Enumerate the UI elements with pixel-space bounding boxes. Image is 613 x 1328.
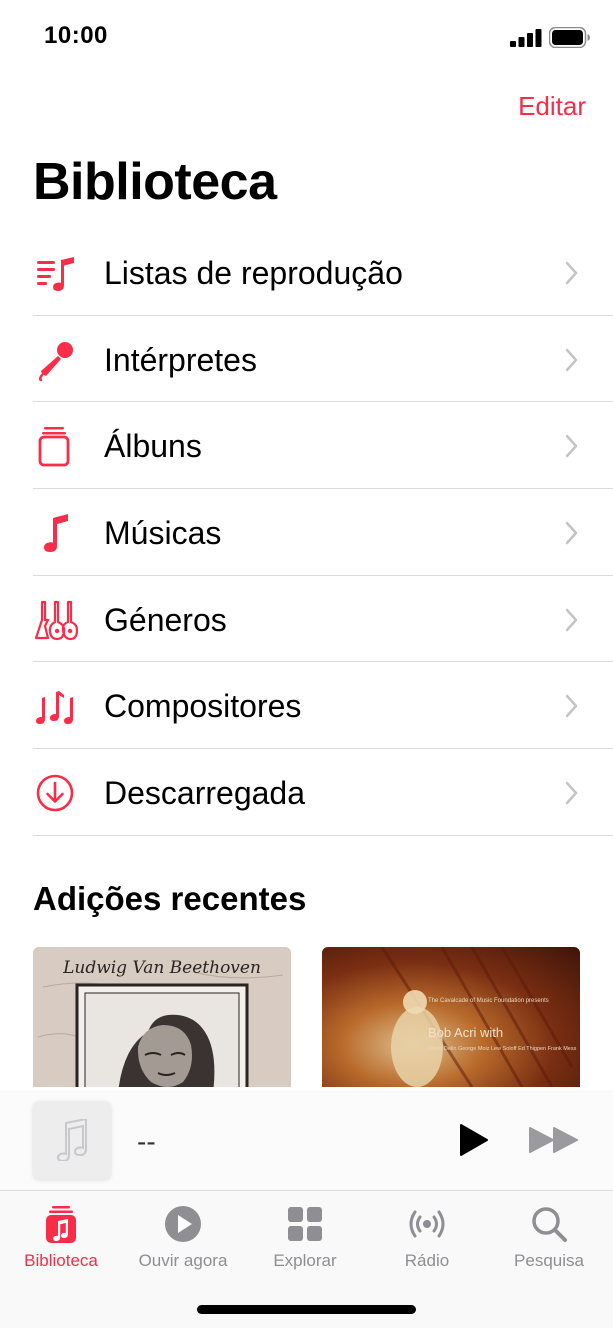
album-caption-beethoven: Ludwig Van Beethoven xyxy=(62,958,261,978)
playlist-icon xyxy=(37,257,74,291)
menu-item-composers[interactable]: Compositores xyxy=(0,662,613,750)
home-indicator xyxy=(197,1305,416,1314)
section-title-recent: Adições recentes xyxy=(33,880,307,917)
menu-item-label: Descarregada xyxy=(104,775,305,812)
microphone-icon xyxy=(38,341,73,381)
menu-item-label: Compositores xyxy=(104,688,302,725)
tab-library[interactable]: Biblioteca xyxy=(0,1191,122,1291)
album-caption-names: Diane Delin George Moiz Lew Soloff Ed Th… xyxy=(428,1046,577,1052)
tab-search[interactable]: Pesquisa xyxy=(488,1191,610,1291)
status-time: 10:00 xyxy=(44,22,108,49)
mini-player[interactable]: -- xyxy=(0,1090,613,1190)
menu-item-label: Músicas xyxy=(104,515,222,552)
tab-label: Biblioteca xyxy=(24,1251,98,1270)
tab-radio[interactable]: Rádio xyxy=(366,1191,488,1291)
chevron-right-icon xyxy=(565,608,578,631)
search-icon xyxy=(532,1207,567,1242)
chevron-right-icon xyxy=(565,521,578,545)
album-caption-main: Bob Acri with xyxy=(428,1025,503,1040)
fast-forward-icon[interactable] xyxy=(528,1126,580,1154)
page-title: Biblioteca xyxy=(33,153,277,211)
download-circle-icon xyxy=(36,774,74,812)
library-menu: Listas de reprodução Intérpretes Álbuns … xyxy=(0,229,613,836)
tab-label: Pesquisa xyxy=(514,1251,584,1270)
album-art-beethoven: Ludwig Van Beethoven xyxy=(33,947,291,1087)
status-bar: 10:00 xyxy=(0,0,613,80)
music-note-icon xyxy=(44,514,68,553)
music-notes-icon xyxy=(36,691,73,725)
mini-player-artwork xyxy=(33,1101,111,1179)
menu-item-label: Álbuns xyxy=(104,428,202,465)
chevron-right-icon xyxy=(565,781,578,805)
tab-label: Ouvir agora xyxy=(138,1251,228,1270)
menu-item-songs[interactable]: Músicas xyxy=(0,489,613,576)
chevron-right-icon xyxy=(565,348,578,371)
chevron-right-icon xyxy=(565,695,578,718)
cellular-signal-icon xyxy=(510,29,542,47)
menu-item-artists[interactable]: Intérpretes xyxy=(0,316,613,403)
tab-label: Explorar xyxy=(273,1251,337,1270)
play-circle-icon xyxy=(165,1206,201,1242)
divider xyxy=(33,834,613,836)
menu-item-genres[interactable]: Géneros xyxy=(0,576,613,663)
battery-icon xyxy=(549,27,590,48)
chevron-right-icon xyxy=(565,261,578,285)
tab-label: Rádio xyxy=(404,1251,450,1270)
play-icon[interactable] xyxy=(458,1123,490,1157)
album-card-beethoven[interactable]: Ludwig Van Beethoven xyxy=(33,947,291,1087)
radio-icon xyxy=(409,1210,445,1238)
library-icon xyxy=(46,1206,76,1243)
tab-listen-now[interactable]: Ouvir agora xyxy=(122,1191,244,1291)
music-note-placeholder-icon xyxy=(56,1119,87,1161)
grid-icon xyxy=(288,1207,322,1241)
album-card-bob-acri[interactable]: The Cavalcade of Music Foundation presen… xyxy=(322,947,580,1087)
menu-item-label: Intérpretes xyxy=(104,341,257,378)
menu-item-albums[interactable]: Álbuns xyxy=(0,402,613,490)
guitars-icon xyxy=(34,600,78,640)
menu-item-label: Listas de reprodução xyxy=(104,255,403,291)
tab-browse[interactable]: Explorar xyxy=(244,1191,366,1291)
chevron-right-icon xyxy=(565,435,578,458)
album-caption-small: The Cavalcade of Music Foundation presen… xyxy=(428,998,549,1004)
edit-button[interactable]: Editar xyxy=(518,91,586,122)
menu-item-playlists[interactable]: Listas de reprodução xyxy=(0,229,613,316)
menu-item-downloaded[interactable]: Descarregada xyxy=(0,749,613,836)
menu-item-label: Géneros xyxy=(104,601,227,638)
mini-player-title: -- xyxy=(137,1126,156,1157)
album-stack-icon xyxy=(38,427,70,467)
album-art-bob-acri: The Cavalcade of Music Foundation presen… xyxy=(380,947,577,1087)
